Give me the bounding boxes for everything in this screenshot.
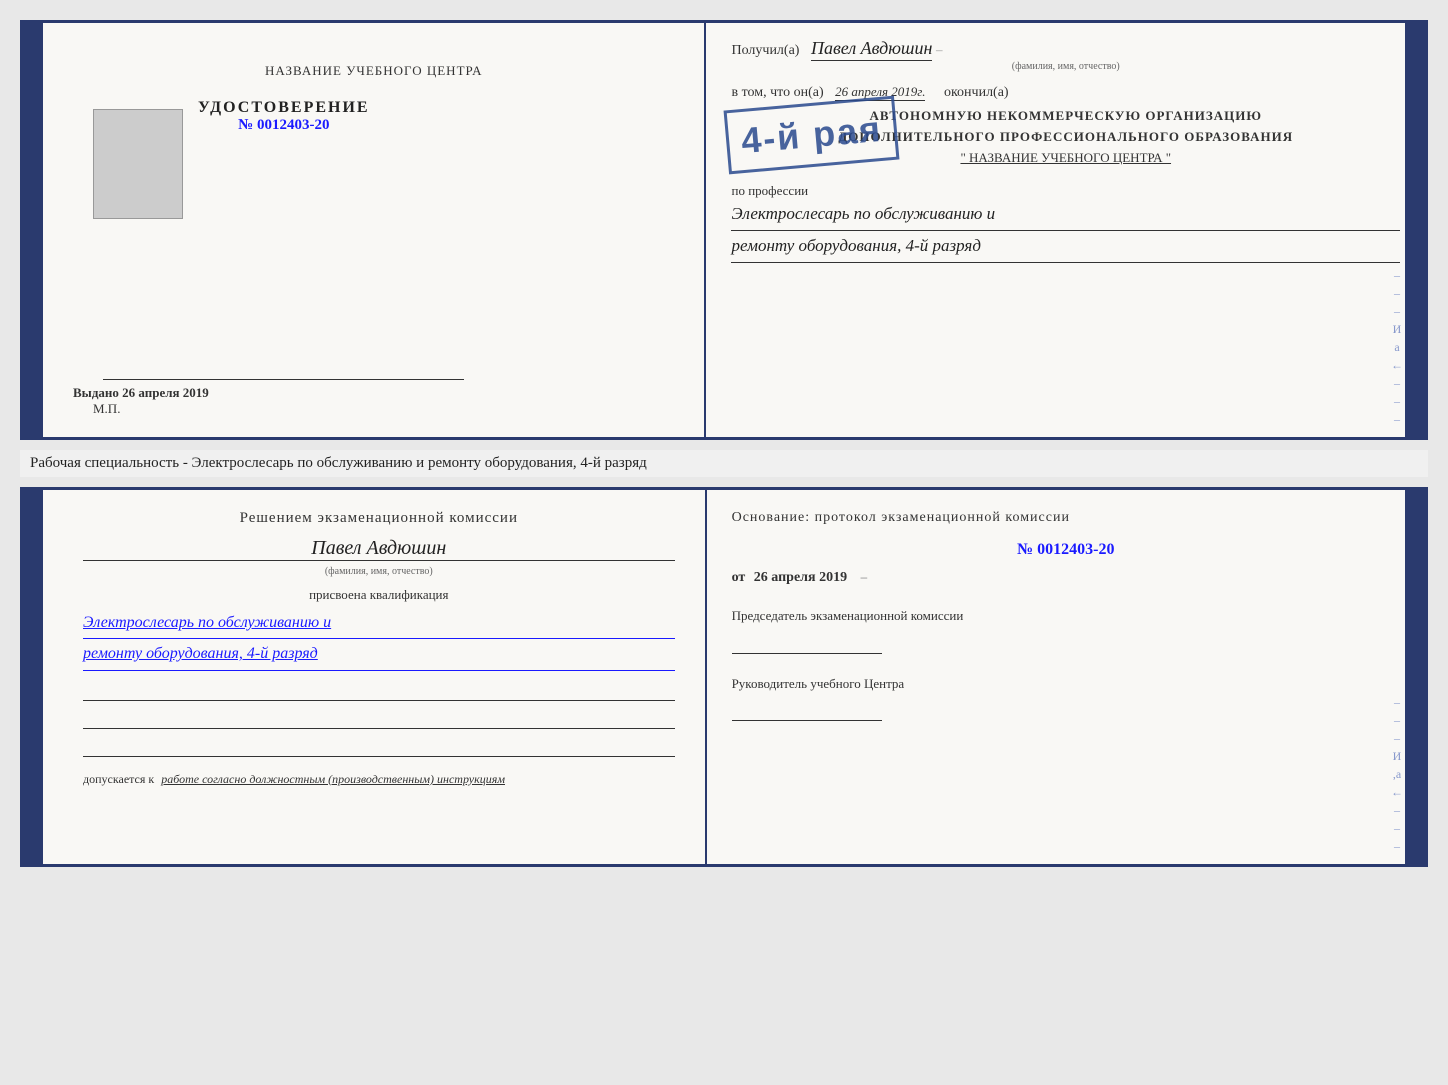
fio-sublabel: (фамилия, имя, отчество) (731, 61, 1400, 72)
vtom-line: в том, что он(а) 26 апреля 2019г. окончи… (731, 84, 1400, 101)
cert-title-block: УДОСТОВЕРЕНИЕ № 0012403-20 (198, 99, 370, 134)
person-name: Павел Авдюшин (811, 38, 932, 61)
center-title: НАЗВАНИЕ УЧЕБНОГО ЦЕНТРА (265, 63, 482, 79)
допускается-line: допускается к работе согласно должностны… (83, 772, 675, 787)
head-label: Руководитель учебного Центра (732, 674, 1400, 694)
head-sig-line (732, 701, 882, 721)
bottom-spine-left (23, 490, 43, 864)
qualification-line2: ремонту оборудования, 4-й разряд (83, 639, 675, 670)
right-side-chars: – – – И а ← – – – (1391, 23, 1403, 437)
received-line: Получил(а) Павел Авдюшин – (фамилия, имя… (731, 38, 1400, 72)
profession-line2: ремонту оборудования, 4-й разряд (731, 231, 1400, 263)
sig-line-3 (83, 737, 675, 757)
photo-placeholder (93, 109, 183, 219)
cert-title: УДОСТОВЕРЕНИЕ (198, 99, 370, 117)
spine-left (23, 23, 43, 437)
chairman-sig-line (732, 634, 882, 654)
stamp-number: 4-й рая (740, 108, 884, 162)
doc-left-panel: НАЗВАНИЕ УЧЕБНОГО ЦЕНТРА УДОСТОВЕРЕНИЕ №… (43, 23, 706, 437)
assigned-label: присвоена квалификация (83, 587, 675, 603)
top-document: НАЗВАНИЕ УЧЕБНОГО ЦЕНТРА УДОСТОВЕРЕНИЕ №… (20, 20, 1428, 440)
commission-title: Решением экзаменационной комиссии (83, 510, 675, 527)
profession-block: по профессии Электрослесарь по обслужива… (731, 183, 1400, 262)
sig-line-1 (83, 681, 675, 701)
qualification-line1: Электрослесарь по обслуживанию и (83, 608, 675, 639)
spine-right (1405, 23, 1425, 437)
osnov-label: Основание: протокол экзаменационной коми… (732, 510, 1400, 526)
bottom-left-panel: Решением экзаменационной комиссии Павел … (43, 490, 707, 864)
issued-line: Выдано 26 апреля 2019 (73, 385, 674, 401)
bottom-right-side-chars: – – – И ,а ← – – – (1391, 490, 1403, 864)
cert-number: № 0012403-20 (198, 117, 370, 134)
bottom-fio-sublabel: (фамилия, имя, отчество) (83, 566, 675, 577)
bottom-spine-right (1405, 490, 1425, 864)
sig-line-2 (83, 709, 675, 729)
middle-label: Рабочая специальность - Электрослесарь п… (20, 450, 1428, 477)
bottom-person-name: Павел Авдюшин (83, 537, 675, 561)
bottom-right-panel: Основание: протокол экзаменационной коми… (707, 490, 1425, 864)
mp-label: М.П. (93, 401, 120, 417)
doc-right-panel: Получил(а) Павел Авдюшин – (фамилия, имя… (706, 23, 1425, 437)
ot-line: от 26 апреля 2019 – (732, 569, 1400, 586)
protocol-number: № 0012403-20 (732, 541, 1400, 559)
profession-line1: Электрослесарь по обслуживанию и (731, 199, 1400, 231)
signature-lines (83, 681, 675, 757)
chairman-label: Председатель экзаменационной комиссии (732, 606, 1400, 626)
bottom-document: Решением экзаменационной комиссии Павел … (20, 487, 1428, 867)
